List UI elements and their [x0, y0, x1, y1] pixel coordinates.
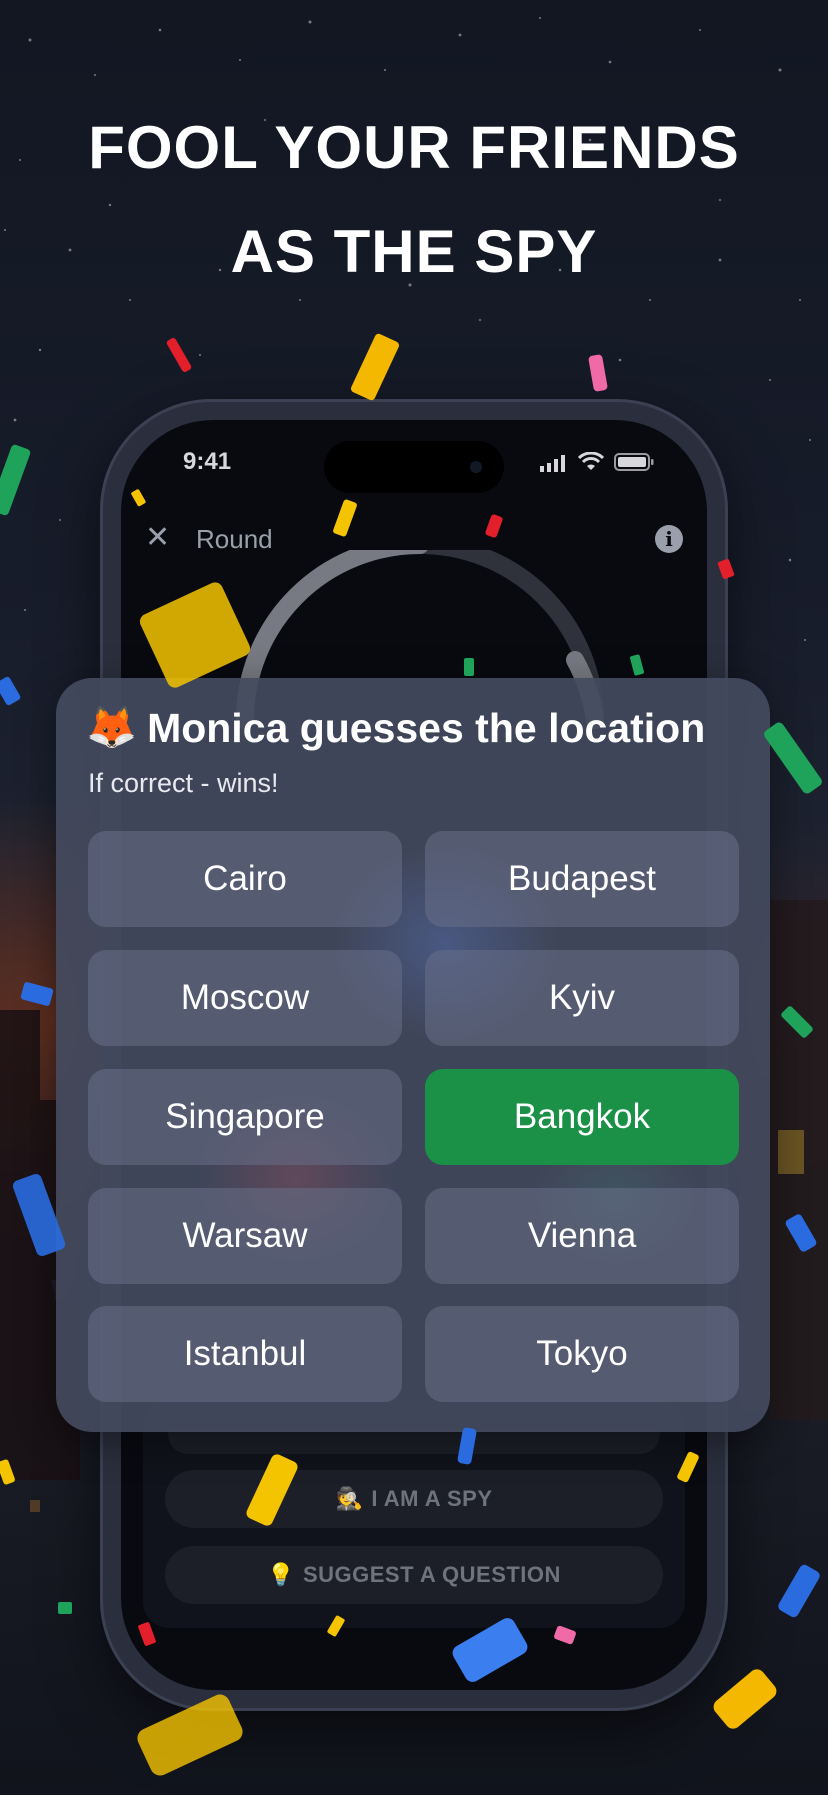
location-option-tokyo[interactable]: Tokyo: [425, 1306, 739, 1402]
fox-avatar-icon: 🦊: [86, 704, 138, 750]
location-option-moscow[interactable]: Moscow: [88, 950, 402, 1046]
headline: FOOL YOUR FRIENDS AS THE SPY: [0, 96, 828, 304]
card-title: 🦊 Monica guesses the location: [86, 704, 705, 752]
card-title-text: Monica guesses the location: [147, 704, 706, 751]
location-option-bangkok-selected[interactable]: Bangkok: [425, 1069, 739, 1165]
headline-line-1: FOOL YOUR FRIENDS: [88, 114, 740, 181]
i-am-a-spy-label: I AM A SPY: [371, 1486, 493, 1511]
card-subtitle: If correct - wins!: [88, 768, 279, 798]
location-option-kyiv[interactable]: Kyiv: [425, 950, 739, 1046]
location-option-warsaw[interactable]: Warsaw: [88, 1188, 402, 1284]
status-icons: [540, 452, 654, 472]
close-icon[interactable]: ✕: [145, 523, 170, 553]
location-option-cairo[interactable]: Cairo: [88, 831, 402, 927]
dynamic-island: [324, 441, 504, 493]
headline-line-2: AS THE SPY: [230, 218, 598, 285]
battery-icon: [614, 453, 654, 471]
lightbulb-icon: 💡: [267, 1562, 295, 1587]
spy-emoji-icon: 🕵: [335, 1486, 364, 1511]
info-icon[interactable]: i: [655, 525, 683, 553]
location-option-budapest[interactable]: Budapest: [425, 831, 739, 927]
status-time: 9:41: [183, 448, 232, 475]
partially-hidden-button[interactable]: [168, 1430, 660, 1454]
guess-location-card: 🦊 Monica guesses the location If correct…: [56, 678, 770, 1432]
wifi-icon: [578, 452, 604, 470]
location-option-istanbul[interactable]: Istanbul: [88, 1306, 402, 1402]
i-am-a-spy-button[interactable]: 🕵 I AM A SPY: [165, 1470, 663, 1528]
location-option-vienna[interactable]: Vienna: [425, 1188, 739, 1284]
location-option-singapore[interactable]: Singapore: [88, 1069, 402, 1165]
cellular-signal-icon: [540, 455, 565, 472]
suggest-question-label: SUGGEST A QUESTION: [302, 1562, 561, 1587]
suggest-question-button[interactable]: 💡 SUGGEST A QUESTION: [165, 1546, 663, 1604]
